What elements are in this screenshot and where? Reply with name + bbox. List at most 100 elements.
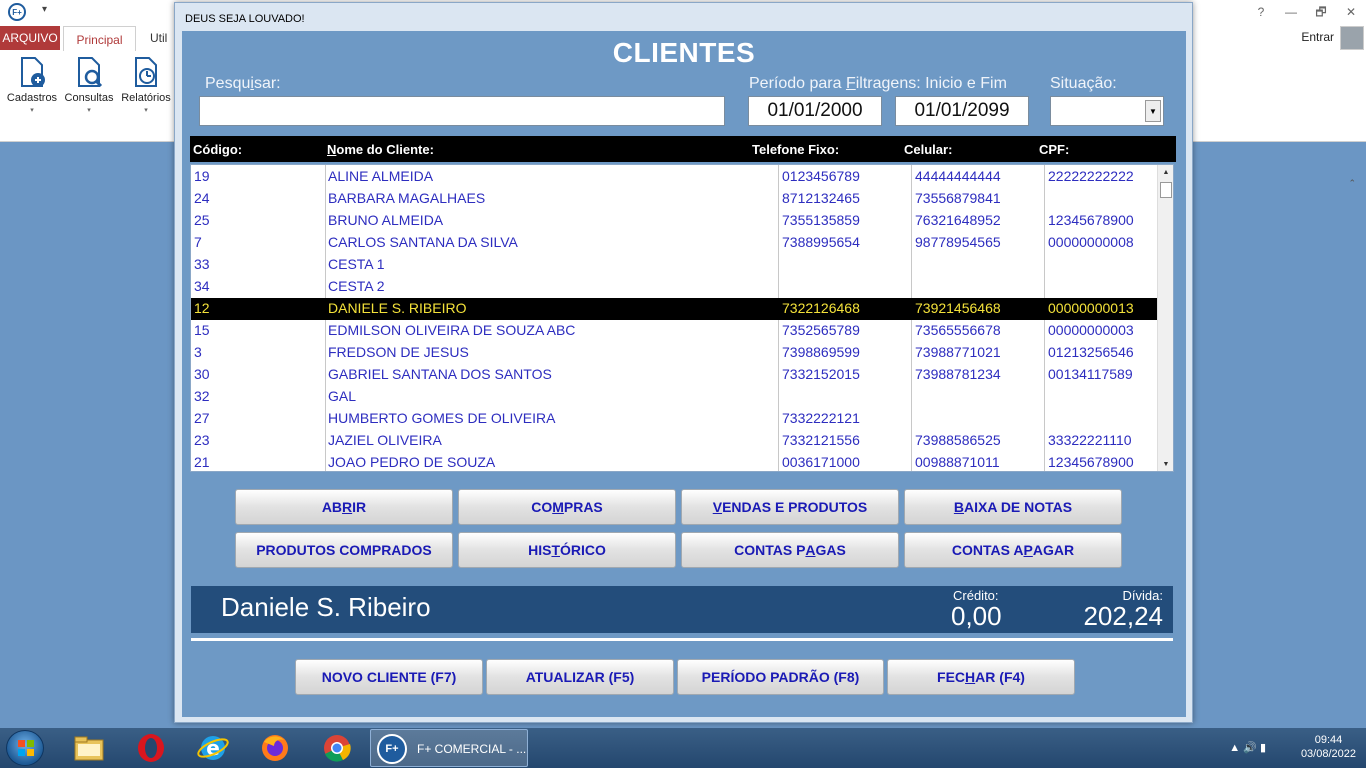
collapse-ribbon-icon[interactable]: ⌃ (1348, 178, 1356, 189)
cell-celular: 73988586525 (915, 432, 1001, 448)
clock[interactable]: 09:44 03/08/2022 (1301, 730, 1356, 760)
chevron-down-icon: ▾ (87, 107, 91, 114)
cell-nome: EDMILSON OLIVEIRA DE SOUZA ABC (328, 322, 576, 338)
taskbar-app-fcomercial[interactable]: F+ F+ COMERCIAL - ... (370, 729, 528, 767)
file-explorer-icon[interactable] (72, 732, 106, 764)
novo-cliente-button[interactable]: NOVO CLIENTE (F7) (295, 659, 483, 695)
tab-arquivo[interactable]: ARQUIVO (0, 26, 60, 50)
scroll-thumb[interactable] (1160, 182, 1172, 198)
grid-scrollbar[interactable]: ▲ ▼ (1157, 165, 1173, 471)
firefox-icon[interactable] (258, 732, 292, 764)
cell-celular: 76321648952 (915, 212, 1001, 228)
cell-nome: JAZIEL OLIVEIRA (328, 432, 442, 448)
clients-grid[interactable]: 19 ALINE ALMEIDA 0123456789 44444444444 2222… (190, 164, 1174, 472)
situacao-select[interactable]: ▼ (1050, 96, 1164, 126)
table-row[interactable]: 12 DANIELE S. RIBEIRO 7322126468 7392145646… (191, 298, 1157, 320)
taskbar-app-label: F+ COMERCIAL - ... (417, 742, 527, 756)
avatar[interactable] (1340, 26, 1364, 50)
tray-icons[interactable]: ▲ 🔊 ▮ (1229, 741, 1266, 754)
header-celular[interactable]: Celular: (904, 142, 952, 157)
header-telefone-fixo[interactable]: Telefone Fixo: (752, 142, 839, 157)
selected-client-name: Daniele S. Ribeiro (221, 592, 431, 622)
scroll-down-icon[interactable]: ▼ (1158, 457, 1173, 471)
help-button[interactable]: ? (1246, 0, 1276, 24)
historico-button[interactable]: HIS T ÓRICO (458, 532, 676, 568)
header-nome[interactable]: Nome do Cliente: (327, 142, 434, 157)
chevron-down-icon: ▾ (144, 107, 148, 114)
table-row[interactable]: 33 CESTA 1 (191, 254, 1157, 276)
close-button[interactable]: ✕ (1336, 0, 1366, 24)
table-row[interactable]: 25 BRUNO ALMEIDA 7355135859 76321648952 1234… (191, 210, 1157, 232)
table-row[interactable]: 21 JOAO PEDRO DE SOUZA 0036171000 009888710… (191, 452, 1157, 471)
cell-codigo: 23 (194, 432, 210, 448)
divida-value: 202,24 (1083, 601, 1163, 631)
table-row[interactable]: 24 BARBARA MAGALHAES 8712132465 73556879841 (191, 188, 1157, 210)
taskbar: e F+ F+ COMERCIAL - ... ▲ 🔊 ▮ 09:44 03/0… (0, 728, 1366, 768)
table-row[interactable]: 19 ALINE ALMEIDA 0123456789 44444444444 2222… (191, 166, 1157, 188)
contas-pagar-button[interactable]: CONTAS A P AGAR (904, 532, 1122, 568)
tab-util[interactable]: Util (150, 31, 167, 45)
relatorios-button[interactable]: Relatórios ▾ (117, 56, 175, 126)
table-row[interactable]: 7 CARLOS SANTANA DA SILVA 7388995654 987789… (191, 232, 1157, 254)
table-row[interactable]: 30 GABRIEL SANTANA DOS SANTOS 7332152015 73… (191, 364, 1157, 386)
cell-codigo: 21 (194, 454, 210, 470)
header-codigo[interactable]: Código: (193, 142, 242, 157)
cell-fixo: 8712132465 (782, 190, 860, 206)
dropdown-arrow-icon[interactable]: ▼ (1145, 100, 1161, 122)
quick-access-caret-icon[interactable]: ▾ (42, 4, 47, 15)
opera-icon[interactable] (134, 732, 168, 764)
minimize-button[interactable]: — (1276, 0, 1306, 24)
baixa-notas-button[interactable]: B AIXA DE NOTAS (904, 489, 1122, 525)
cell-codigo: 27 (194, 410, 210, 426)
date-end-field[interactable]: 01/01/2099 (895, 96, 1029, 126)
table-row[interactable]: 3 FREDSON DE JESUS 7398869599 73988771021 01… (191, 342, 1157, 364)
table-row[interactable]: 32 GAL (191, 386, 1157, 408)
tab-principal[interactable]: Principal (63, 26, 136, 52)
chevron-down-icon: ▾ (30, 107, 34, 114)
fechar-button[interactable]: FEC H AR (F4) (887, 659, 1075, 695)
header-cpf[interactable]: CPF: (1039, 142, 1069, 157)
cell-nome: GABRIEL SANTANA DOS SANTOS (328, 366, 552, 382)
start-button[interactable] (6, 730, 44, 766)
vendas-produtos-button[interactable]: V ENDAS E PRODUTOS (681, 489, 899, 525)
sign-in-link[interactable]: Entrar (1301, 30, 1334, 44)
internet-explorer-icon[interactable]: e (196, 732, 230, 764)
consultas-button[interactable]: Consultas ▾ (60, 56, 118, 126)
table-row[interactable]: 34 CESTA 2 (191, 276, 1157, 298)
date-start-field[interactable]: 01/01/2000 (748, 96, 882, 126)
table-row[interactable]: 27 HUMBERTO GOMES DE OLIVEIRA 7332222121 (191, 408, 1157, 430)
produtos-comprados-button[interactable]: PRODUTOS COMPRADOS (235, 532, 453, 568)
table-row[interactable]: 15 EDMILSON OLIVEIRA DE SOUZA ABC 73525657… (191, 320, 1157, 342)
cell-celular: 73565556678 (915, 322, 1001, 338)
cell-fixo: 0036171000 (782, 454, 860, 470)
clock-time: 09:44 (1314, 734, 1343, 746)
contas-pagas-button[interactable]: CONTAS P A GAS (681, 532, 899, 568)
cell-fixo: 7332121556 (782, 432, 860, 448)
cell-nome: CESTA 1 (328, 256, 385, 272)
cadastros-button[interactable]: Cadastros ▾ (3, 56, 61, 126)
fcomercial-logo-icon: F+ (377, 734, 407, 764)
atualizar-button[interactable]: ATUALIZAR (F5) (486, 659, 674, 695)
cell-codigo: 25 (194, 212, 210, 228)
situacao-label: Situação: (1050, 75, 1117, 92)
cell-fixo: 7355135859 (782, 212, 860, 228)
cell-cpf: 12345678900 (1048, 454, 1134, 470)
cell-nome: ALINE ALMEIDA (328, 168, 434, 184)
abrir-button[interactable]: AB R IR (235, 489, 453, 525)
cell-nome: CESTA 2 (328, 278, 385, 294)
window-controls: ? — 🗗 ✕ (1246, 0, 1366, 24)
dialog-title: DEUS SEJA LOUVADO! (185, 13, 305, 25)
cell-nome: DANIELE S. RIBEIRO (328, 300, 467, 316)
restore-button[interactable]: 🗗 (1306, 0, 1336, 24)
table-row[interactable]: 23 JAZIEL OLIVEIRA 7332121556 73988586525 33… (191, 430, 1157, 452)
periodo-padrao-button[interactable]: PERÍODO PADRÃO (F8) (677, 659, 884, 695)
cell-codigo: 32 (194, 388, 210, 404)
cell-nome: BRUNO ALMEIDA (328, 212, 444, 228)
scroll-up-icon[interactable]: ▲ (1158, 165, 1173, 179)
cell-codigo: 12 (194, 300, 210, 316)
chrome-icon[interactable] (320, 732, 354, 764)
relatorios-label: Relatórios (121, 92, 171, 104)
cell-fixo: 0123456789 (782, 168, 860, 184)
search-input[interactable] (199, 96, 725, 126)
compras-button[interactable]: CO M PRAS (458, 489, 676, 525)
